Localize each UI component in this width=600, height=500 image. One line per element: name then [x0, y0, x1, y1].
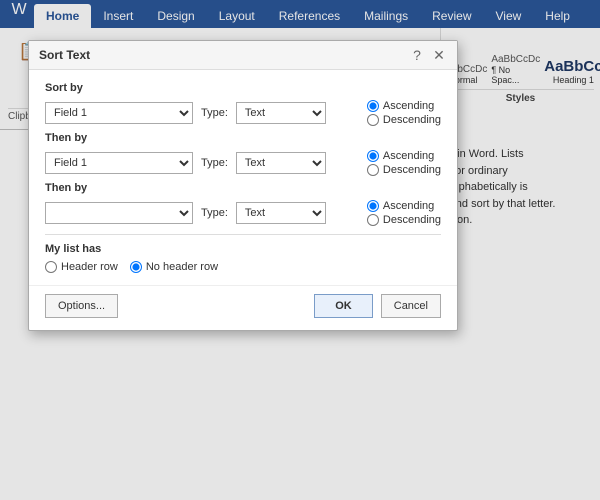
my-list-label: My list has [45, 243, 441, 255]
then-by-ascending-radio-2[interactable] [367, 200, 379, 212]
then-by-row-2: Field 1 Type: Text Number Date Ascending… [45, 200, 441, 226]
dialog-title: Sort Text [39, 48, 90, 62]
then-by-descending-label-1[interactable]: Descending [367, 164, 441, 176]
then-by-descending-text-1: Descending [383, 164, 441, 176]
then-by-ascending-text-2: Ascending [383, 200, 434, 212]
descending-text: Descending [383, 114, 441, 126]
no-header-row-text: No header row [146, 261, 218, 273]
cancel-button[interactable]: Cancel [381, 294, 441, 318]
then-by-type-label-2: Type: [201, 207, 228, 219]
dialog-titlebar: Sort Text ? ✕ [29, 41, 457, 70]
header-row-radio[interactable] [45, 261, 57, 273]
sort-by-radio-group: Ascending Descending [367, 100, 441, 126]
ok-button[interactable]: OK [314, 294, 373, 318]
options-button[interactable]: Options... [45, 294, 118, 318]
then-by-descending-text-2: Descending [383, 214, 441, 226]
help-button[interactable]: ? [409, 47, 425, 63]
then-by-field-select-1[interactable]: Field 1 Field 2 [45, 152, 193, 174]
sort-by-ascending-radio[interactable] [367, 100, 379, 112]
sort-text-dialog: Sort Text ? ✕ Sort by Field 1 Field 2 Fi… [28, 40, 458, 331]
dialog-body: Sort by Field 1 Field 2 Field 3 Type: Te… [29, 70, 457, 285]
then-by-ascending-text-1: Ascending [383, 150, 434, 162]
then-by-label-2: Then by [45, 182, 441, 194]
sort-by-row: Field 1 Field 2 Field 3 Type: Text Numbe… [45, 100, 441, 126]
header-row-text: Header row [61, 261, 118, 273]
sort-by-ascending-label[interactable]: Ascending [367, 100, 441, 112]
sort-by-type-select[interactable]: Text Number Date [236, 102, 326, 124]
then-by-descending-radio-1[interactable] [367, 164, 379, 176]
then-by-type-select-2[interactable]: Text Number Date [236, 202, 326, 224]
sort-by-label: Sort by [45, 82, 441, 94]
then-by-radio-group-2: Ascending Descending [367, 200, 441, 226]
dialog-controls: ? ✕ [409, 47, 447, 63]
sort-by-descending-radio[interactable] [367, 114, 379, 126]
then-by-radio-group-1: Ascending Descending [367, 150, 441, 176]
my-list-row: Header row No header row [45, 261, 441, 273]
ok-cancel-group: OK Cancel [314, 294, 441, 318]
sort-by-descending-label[interactable]: Descending [367, 114, 441, 126]
then-by-row-1: Field 1 Field 2 Type: Text Number Date A… [45, 150, 441, 176]
then-by-ascending-radio-1[interactable] [367, 150, 379, 162]
then-by-type-label-1: Type: [201, 157, 228, 169]
then-by-type-select-1[interactable]: Text Number Date [236, 152, 326, 174]
dialog-footer: Options... OK Cancel [29, 285, 457, 330]
no-header-row-label[interactable]: No header row [130, 261, 218, 273]
sort-by-type-label: Type: [201, 107, 228, 119]
my-list-section: My list has Header row No header row [45, 234, 441, 273]
ascending-text: Ascending [383, 100, 434, 112]
then-by-descending-label-2[interactable]: Descending [367, 214, 441, 226]
then-by-descending-radio-2[interactable] [367, 214, 379, 226]
then-by-ascending-label-1[interactable]: Ascending [367, 150, 441, 162]
then-by-field-select-2[interactable]: Field 1 [45, 202, 193, 224]
no-header-row-radio[interactable] [130, 261, 142, 273]
then-by-ascending-label-2[interactable]: Ascending [367, 200, 441, 212]
then-by-label-1: Then by [45, 132, 441, 144]
sort-by-field-select[interactable]: Field 1 Field 2 Field 3 [45, 102, 193, 124]
close-button[interactable]: ✕ [431, 47, 447, 63]
header-row-label[interactable]: Header row [45, 261, 118, 273]
